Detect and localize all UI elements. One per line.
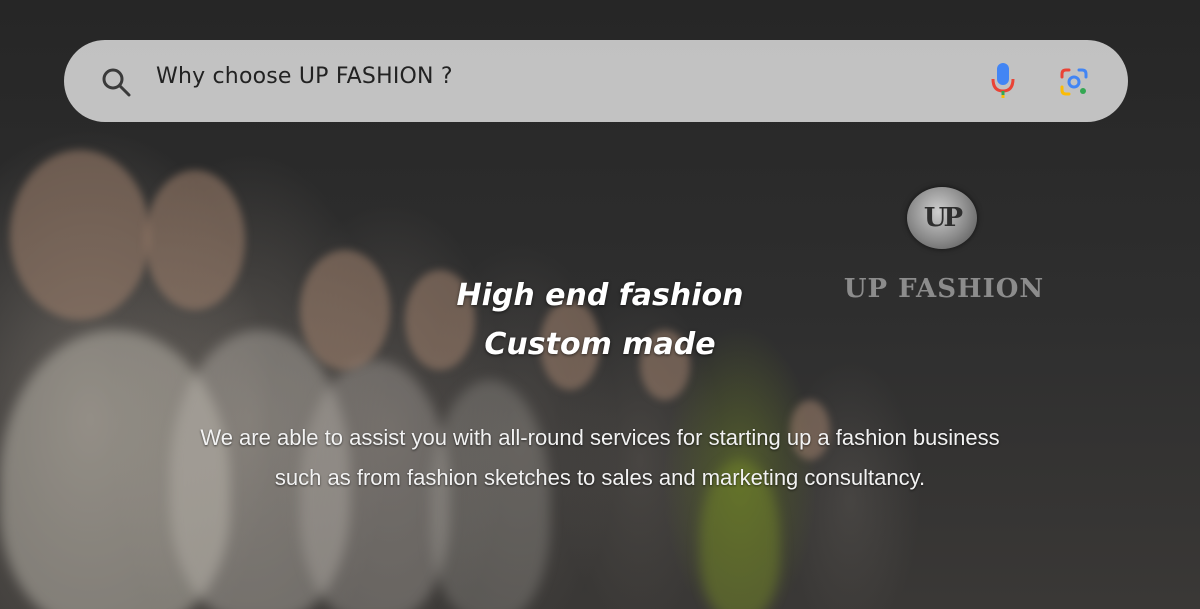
- brand-emblem: UP: [907, 187, 977, 249]
- hero-headline-line1: High end fashion: [456, 278, 744, 313]
- search-icon[interactable]: [100, 66, 132, 103]
- brand-emblem-monogram: UP: [923, 203, 963, 233]
- camera-lens-icon[interactable]: [1058, 66, 1090, 103]
- hero-section: Why choose UP FASHION ? UP UP FASHION Hi…: [0, 0, 1200, 609]
- microphone-icon[interactable]: [990, 62, 1016, 105]
- hero-description-line2: such as from fashion sketches to sales a…: [274, 465, 926, 490]
- hero-headline-line2: Custom made: [484, 327, 716, 362]
- search-input[interactable]: Why choose UP FASHION ?: [156, 64, 453, 89]
- hero-description-line1: We are able to assist you with all-round…: [200, 425, 1000, 450]
